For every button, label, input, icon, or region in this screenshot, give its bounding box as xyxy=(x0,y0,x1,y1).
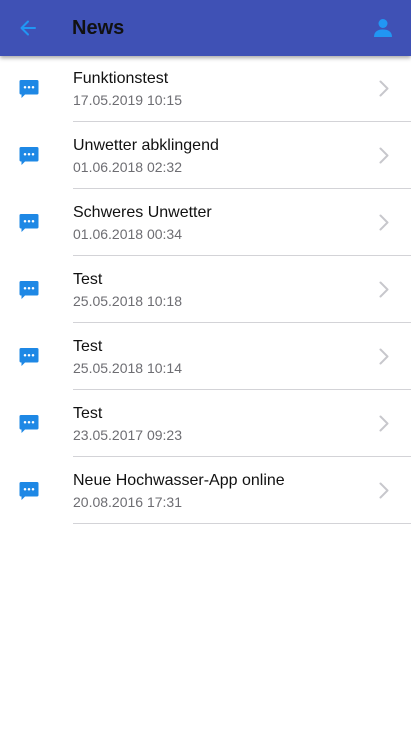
back-button[interactable] xyxy=(10,11,46,45)
news-item-date: 23.05.2017 09:23 xyxy=(73,427,182,443)
profile-button[interactable] xyxy=(365,11,401,45)
message-icon xyxy=(19,348,39,366)
news-item-title: Schweres Unwetter xyxy=(73,204,212,221)
news-item-date: 25.05.2018 10:18 xyxy=(73,293,182,309)
arrow-left-icon xyxy=(20,20,36,36)
news-item-date: 20.08.2016 17:31 xyxy=(73,494,182,510)
chevron-right-icon xyxy=(379,348,389,365)
news-item-date: 01.06.2018 02:32 xyxy=(73,159,182,175)
news-item-title: Unwetter abklingend xyxy=(73,137,219,154)
chevron-right-icon xyxy=(379,214,389,231)
chevron-right-icon xyxy=(379,147,389,164)
message-icon xyxy=(19,415,39,433)
news-item-title: Neue Hochwasser-App online xyxy=(73,472,285,489)
message-icon xyxy=(19,281,39,299)
news-list-item[interactable]: Test 25.05.2018 10:18 xyxy=(0,256,411,323)
news-item-date: 25.05.2018 10:14 xyxy=(73,360,182,376)
news-item-text: Test 25.05.2018 10:14 xyxy=(73,323,411,390)
message-icon xyxy=(19,147,39,165)
news-item-title: Funktionstest xyxy=(73,70,169,87)
news-item-title: Test xyxy=(73,271,103,288)
chevron-right-icon xyxy=(379,80,389,97)
chevron-right-icon xyxy=(379,281,389,298)
news-item-text: Neue Hochwasser-App online 20.08.2016 17… xyxy=(73,457,411,524)
news-list-item[interactable]: Neue Hochwasser-App online 20.08.2016 17… xyxy=(0,457,411,524)
person-icon xyxy=(374,19,392,37)
news-item-title: Test xyxy=(73,405,103,422)
news-item-date: 01.06.2018 00:34 xyxy=(73,226,182,242)
news-list-item[interactable]: Unwetter abklingend 01.06.2018 02:32 xyxy=(0,122,411,189)
news-list-item[interactable]: Schweres Unwetter 01.06.2018 00:34 xyxy=(0,189,411,256)
news-item-text: Schweres Unwetter 01.06.2018 00:34 xyxy=(73,189,411,256)
message-icon xyxy=(19,80,39,98)
message-icon xyxy=(19,482,39,500)
chevron-right-icon xyxy=(379,415,389,432)
news-item-text: Test 25.05.2018 10:18 xyxy=(73,256,411,323)
news-list-item[interactable]: Test 25.05.2018 10:14 xyxy=(0,323,411,390)
message-icon xyxy=(19,214,39,232)
news-list-item[interactable]: Funktionstest 17.05.2019 10:15 xyxy=(0,55,411,122)
top-app-bar: News xyxy=(0,0,411,56)
news-item-date: 17.05.2019 10:15 xyxy=(73,92,182,108)
news-item-text: Funktionstest 17.05.2019 10:15 xyxy=(73,55,411,122)
page-title: News xyxy=(72,17,125,39)
app-screen: News Funktionstest 17.05.2019 10:15 Unwe… xyxy=(0,0,411,731)
news-item-text: Unwetter abklingend 01.06.2018 02:32 xyxy=(73,122,411,189)
news-item-title: Test xyxy=(73,338,103,355)
news-list: Funktionstest 17.05.2019 10:15 Unwetter … xyxy=(0,55,411,524)
chevron-right-icon xyxy=(379,482,389,499)
news-item-text: Test 23.05.2017 09:23 xyxy=(73,390,411,457)
news-list-item[interactable]: Test 23.05.2017 09:23 xyxy=(0,390,411,457)
